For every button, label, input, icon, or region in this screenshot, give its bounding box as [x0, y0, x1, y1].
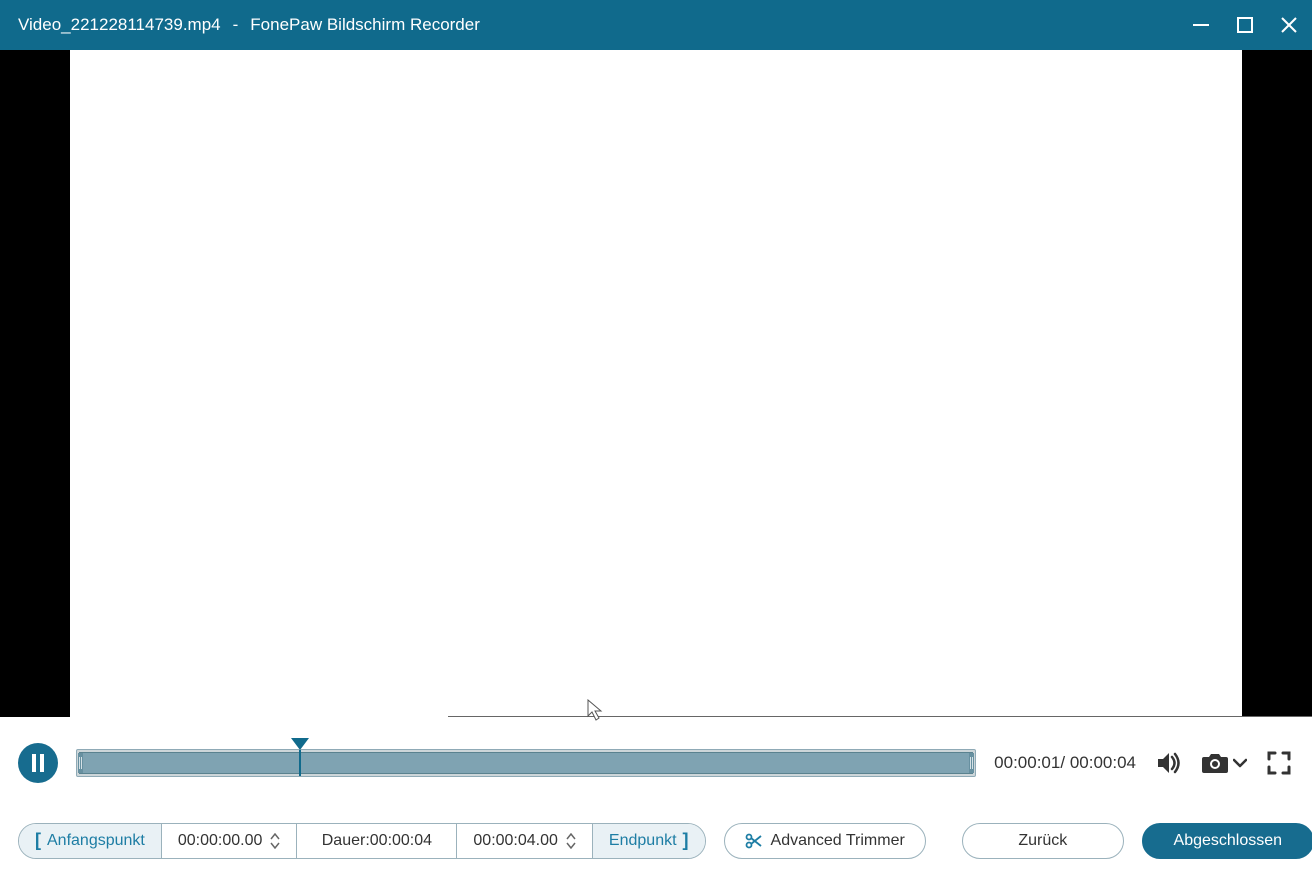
chevron-down-icon: [1233, 758, 1247, 768]
done-button[interactable]: Abgeschlossen: [1142, 823, 1312, 859]
pause-button[interactable]: [18, 743, 58, 783]
video-area: [0, 50, 1312, 717]
screenshot-button-group: [1200, 748, 1248, 778]
current-time: 00:00:01: [994, 753, 1060, 772]
start-label: Anfangspunkt: [47, 832, 145, 850]
window-title: Video_221228114739.mp4 - FonePaw Bildsch…: [18, 15, 480, 35]
maximize-button[interactable]: [1234, 14, 1256, 36]
back-label: Zurück: [1018, 832, 1067, 850]
trim-controls: [ Anfangspunkt 00:00:00.00 Dauer:00:00:0…: [18, 823, 706, 859]
back-button[interactable]: Zurück: [962, 823, 1124, 859]
selection-handle-left[interactable]: [78, 753, 83, 773]
camera-icon: [1201, 751, 1229, 775]
minimize-icon: [1192, 16, 1210, 34]
chevron-down-icon: [566, 842, 576, 849]
playback-bar: 00:00:01/ 00:00:04: [0, 717, 1312, 809]
open-bracket-icon: [: [35, 830, 41, 851]
chevron-down-icon: [270, 842, 280, 849]
screenshot-menu-button[interactable]: [1232, 748, 1248, 778]
video-preview[interactable]: [70, 50, 1242, 717]
scissors-icon: [745, 832, 763, 850]
start-time-field[interactable]: 00:00:00.00: [162, 824, 298, 858]
title-separator: -: [233, 15, 239, 35]
pause-icon: [30, 754, 46, 772]
duration-value: 00:00:04: [370, 832, 432, 850]
end-label: Endpunkt: [609, 832, 677, 850]
timeline-playhead[interactable]: [299, 750, 301, 776]
duration-display: Dauer:00:00:04: [297, 824, 457, 858]
screenshot-button[interactable]: [1200, 748, 1230, 778]
volume-button[interactable]: [1154, 748, 1184, 778]
end-time-value: 00:00:04.00: [473, 832, 558, 850]
close-bracket-icon: ]: [683, 830, 689, 851]
title-bar: Video_221228114739.mp4 - FonePaw Bildsch…: [0, 0, 1312, 50]
trim-bar: [ Anfangspunkt 00:00:00.00 Dauer:00:00:0…: [0, 809, 1312, 872]
end-time-stepper[interactable]: [566, 833, 576, 849]
time-display: 00:00:01/ 00:00:04: [994, 753, 1136, 773]
chevron-up-icon: [566, 833, 576, 840]
close-button[interactable]: [1278, 14, 1300, 36]
window-controls: [1190, 14, 1300, 36]
done-label: Abgeschlossen: [1174, 832, 1283, 850]
title-filename: Video_221228114739.mp4: [18, 15, 221, 35]
chevron-up-icon: [270, 833, 280, 840]
close-icon: [1279, 15, 1299, 35]
time-separator: /: [1060, 753, 1069, 772]
start-time-stepper[interactable]: [270, 833, 280, 849]
set-start-button[interactable]: [ Anfangspunkt: [19, 824, 162, 858]
timeline[interactable]: [76, 749, 976, 777]
title-app-name: FonePaw Bildschirm Recorder: [250, 15, 480, 35]
set-end-button[interactable]: Endpunkt ]: [593, 824, 705, 858]
timeline-selection: [79, 752, 973, 774]
preview-guideline: [448, 716, 1312, 717]
volume-icon: [1155, 749, 1183, 777]
maximize-icon: [1236, 16, 1254, 34]
start-time-value: 00:00:00.00: [178, 832, 263, 850]
fullscreen-button[interactable]: [1264, 748, 1294, 778]
total-time: 00:00:04: [1070, 753, 1136, 772]
fullscreen-icon: [1267, 751, 1291, 775]
advanced-trimmer-button[interactable]: Advanced Trimmer: [724, 823, 926, 859]
end-time-field[interactable]: 00:00:04.00: [457, 824, 593, 858]
advanced-trimmer-label: Advanced Trimmer: [771, 832, 905, 850]
minimize-button[interactable]: [1190, 14, 1212, 36]
duration-label: Dauer:: [322, 832, 370, 850]
mouse-cursor-icon: [587, 699, 607, 721]
selection-handle-right[interactable]: [969, 753, 974, 773]
right-icon-group: [1154, 748, 1294, 778]
